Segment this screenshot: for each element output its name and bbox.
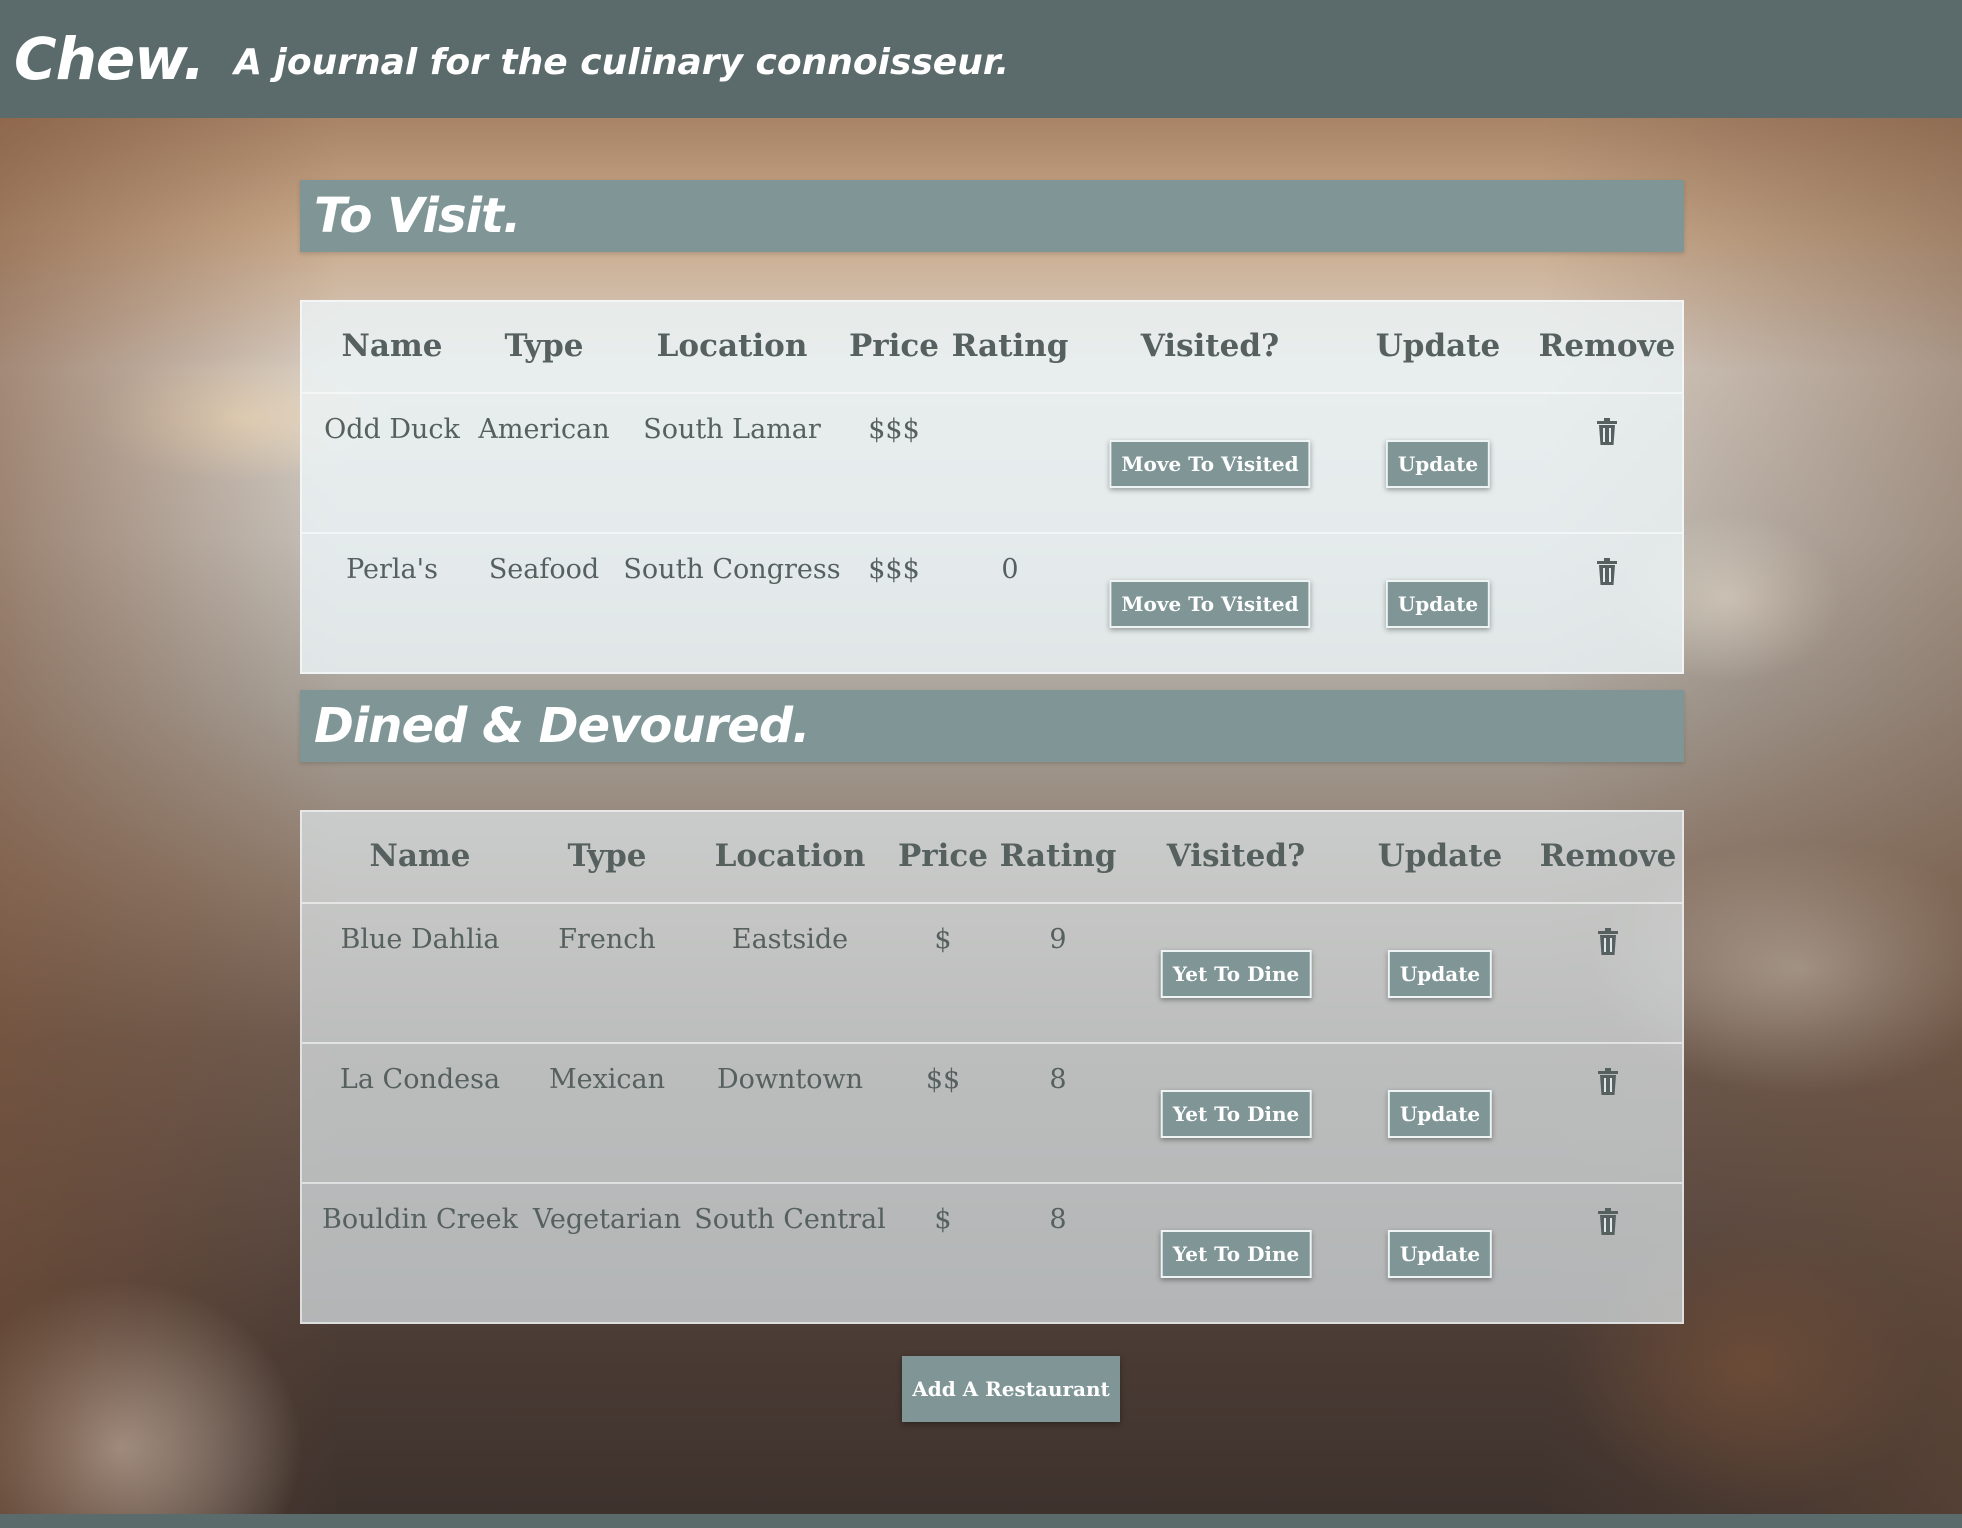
restaurant-location: Downtown (716, 1064, 864, 1095)
restaurant-location: South Central (694, 1204, 886, 1235)
column-header-visited: Visited? (1166, 838, 1306, 874)
restaurant-name: La Condesa (339, 1064, 501, 1095)
column-header-type: Type (567, 838, 647, 874)
restaurant-price: $$$ (868, 414, 920, 445)
update-button[interactable]: Update (1387, 1230, 1493, 1278)
column-header-update: Update (1377, 838, 1503, 874)
trash-icon[interactable] (1596, 558, 1618, 586)
dined-table: Name Type Location Price Rating Visited?… (300, 810, 1684, 1324)
restaurant-rating: 8 (1049, 1064, 1067, 1095)
restaurant-location: Eastside (731, 924, 849, 955)
column-header-update: Update (1375, 328, 1501, 364)
column-header-remove: Remove (1538, 328, 1676, 364)
app-header: Chew. A journal for the culinary connois… (0, 0, 1962, 118)
trash-icon[interactable] (1597, 1208, 1619, 1236)
column-header-rating: Rating (999, 838, 1117, 874)
table-row: Odd Duck American South Lamar $$$ Move T… (302, 394, 1682, 534)
restaurant-price: $$ (925, 1064, 961, 1095)
column-header-visited: Visited? (1140, 328, 1280, 364)
restaurant-name: Blue Dahlia (340, 924, 500, 955)
footer-bar (0, 1514, 1962, 1528)
table-header-row: Name Type Location Price Rating Visited?… (302, 302, 1682, 394)
column-header-rating: Rating (951, 328, 1069, 364)
restaurant-location: South Lamar (643, 414, 821, 445)
to-visit-table: Name Type Location Price Rating Visited?… (300, 300, 1684, 674)
restaurant-type: American (478, 414, 610, 445)
column-header-name: Name (369, 838, 471, 874)
update-button[interactable]: Update (1385, 440, 1491, 488)
yet-to-dine-button[interactable]: Yet To Dine (1160, 1230, 1312, 1278)
table-row: La Condesa Mexican Downtown $$ 8 Yet To … (302, 1044, 1682, 1184)
table-header-row: Name Type Location Price Rating Visited?… (302, 812, 1682, 904)
restaurant-rating: 9 (1049, 924, 1067, 955)
column-header-price: Price (897, 838, 989, 874)
move-to-visited-button[interactable]: Move To Visited (1109, 440, 1311, 488)
brand-logo: Chew. (14, 25, 205, 93)
dined-heading: Dined & Devoured. (300, 690, 1684, 762)
table-row: Perla's Seafood South Congress $$$ 0 Mov… (302, 534, 1682, 674)
restaurant-rating: 0 (1001, 554, 1019, 585)
restaurant-name: Bouldin Creek (322, 1204, 518, 1235)
restaurant-name: Perla's (346, 554, 438, 585)
restaurant-price: $$$ (868, 554, 920, 585)
restaurant-type: Mexican (548, 1064, 666, 1095)
update-button[interactable]: Update (1387, 950, 1493, 998)
column-header-remove: Remove (1539, 838, 1677, 874)
restaurant-rating: 8 (1049, 1204, 1067, 1235)
column-header-location: Location (656, 328, 808, 364)
restaurant-type: Vegetarian (532, 1204, 682, 1235)
table-row: Blue Dahlia French Eastside $ 9 Yet To D… (302, 904, 1682, 1044)
trash-icon[interactable] (1597, 1068, 1619, 1096)
trash-icon[interactable] (1597, 928, 1619, 956)
move-to-visited-button[interactable]: Move To Visited (1109, 580, 1311, 628)
yet-to-dine-button[interactable]: Yet To Dine (1160, 950, 1312, 998)
restaurant-price: $ (934, 924, 952, 955)
update-button[interactable]: Update (1387, 1090, 1493, 1138)
yet-to-dine-button[interactable]: Yet To Dine (1160, 1090, 1312, 1138)
column-header-location: Location (714, 838, 866, 874)
restaurant-price: $ (934, 1204, 952, 1235)
to-visit-heading: To Visit. (300, 180, 1684, 252)
add-restaurant-button[interactable]: Add A Restaurant (902, 1356, 1120, 1422)
table-row: Bouldin Creek Vegetarian South Central $… (302, 1184, 1682, 1324)
tagline: A journal for the culinary connoisseur. (234, 41, 1010, 83)
column-header-name: Name (341, 328, 443, 364)
restaurant-name: Odd Duck (324, 414, 460, 445)
restaurant-type: Seafood (488, 554, 600, 585)
column-header-price: Price (848, 328, 940, 364)
column-header-type: Type (504, 328, 584, 364)
update-button[interactable]: Update (1385, 580, 1491, 628)
restaurant-location: South Congress (623, 554, 841, 585)
trash-icon[interactable] (1596, 418, 1618, 446)
restaurant-type: French (558, 924, 656, 955)
